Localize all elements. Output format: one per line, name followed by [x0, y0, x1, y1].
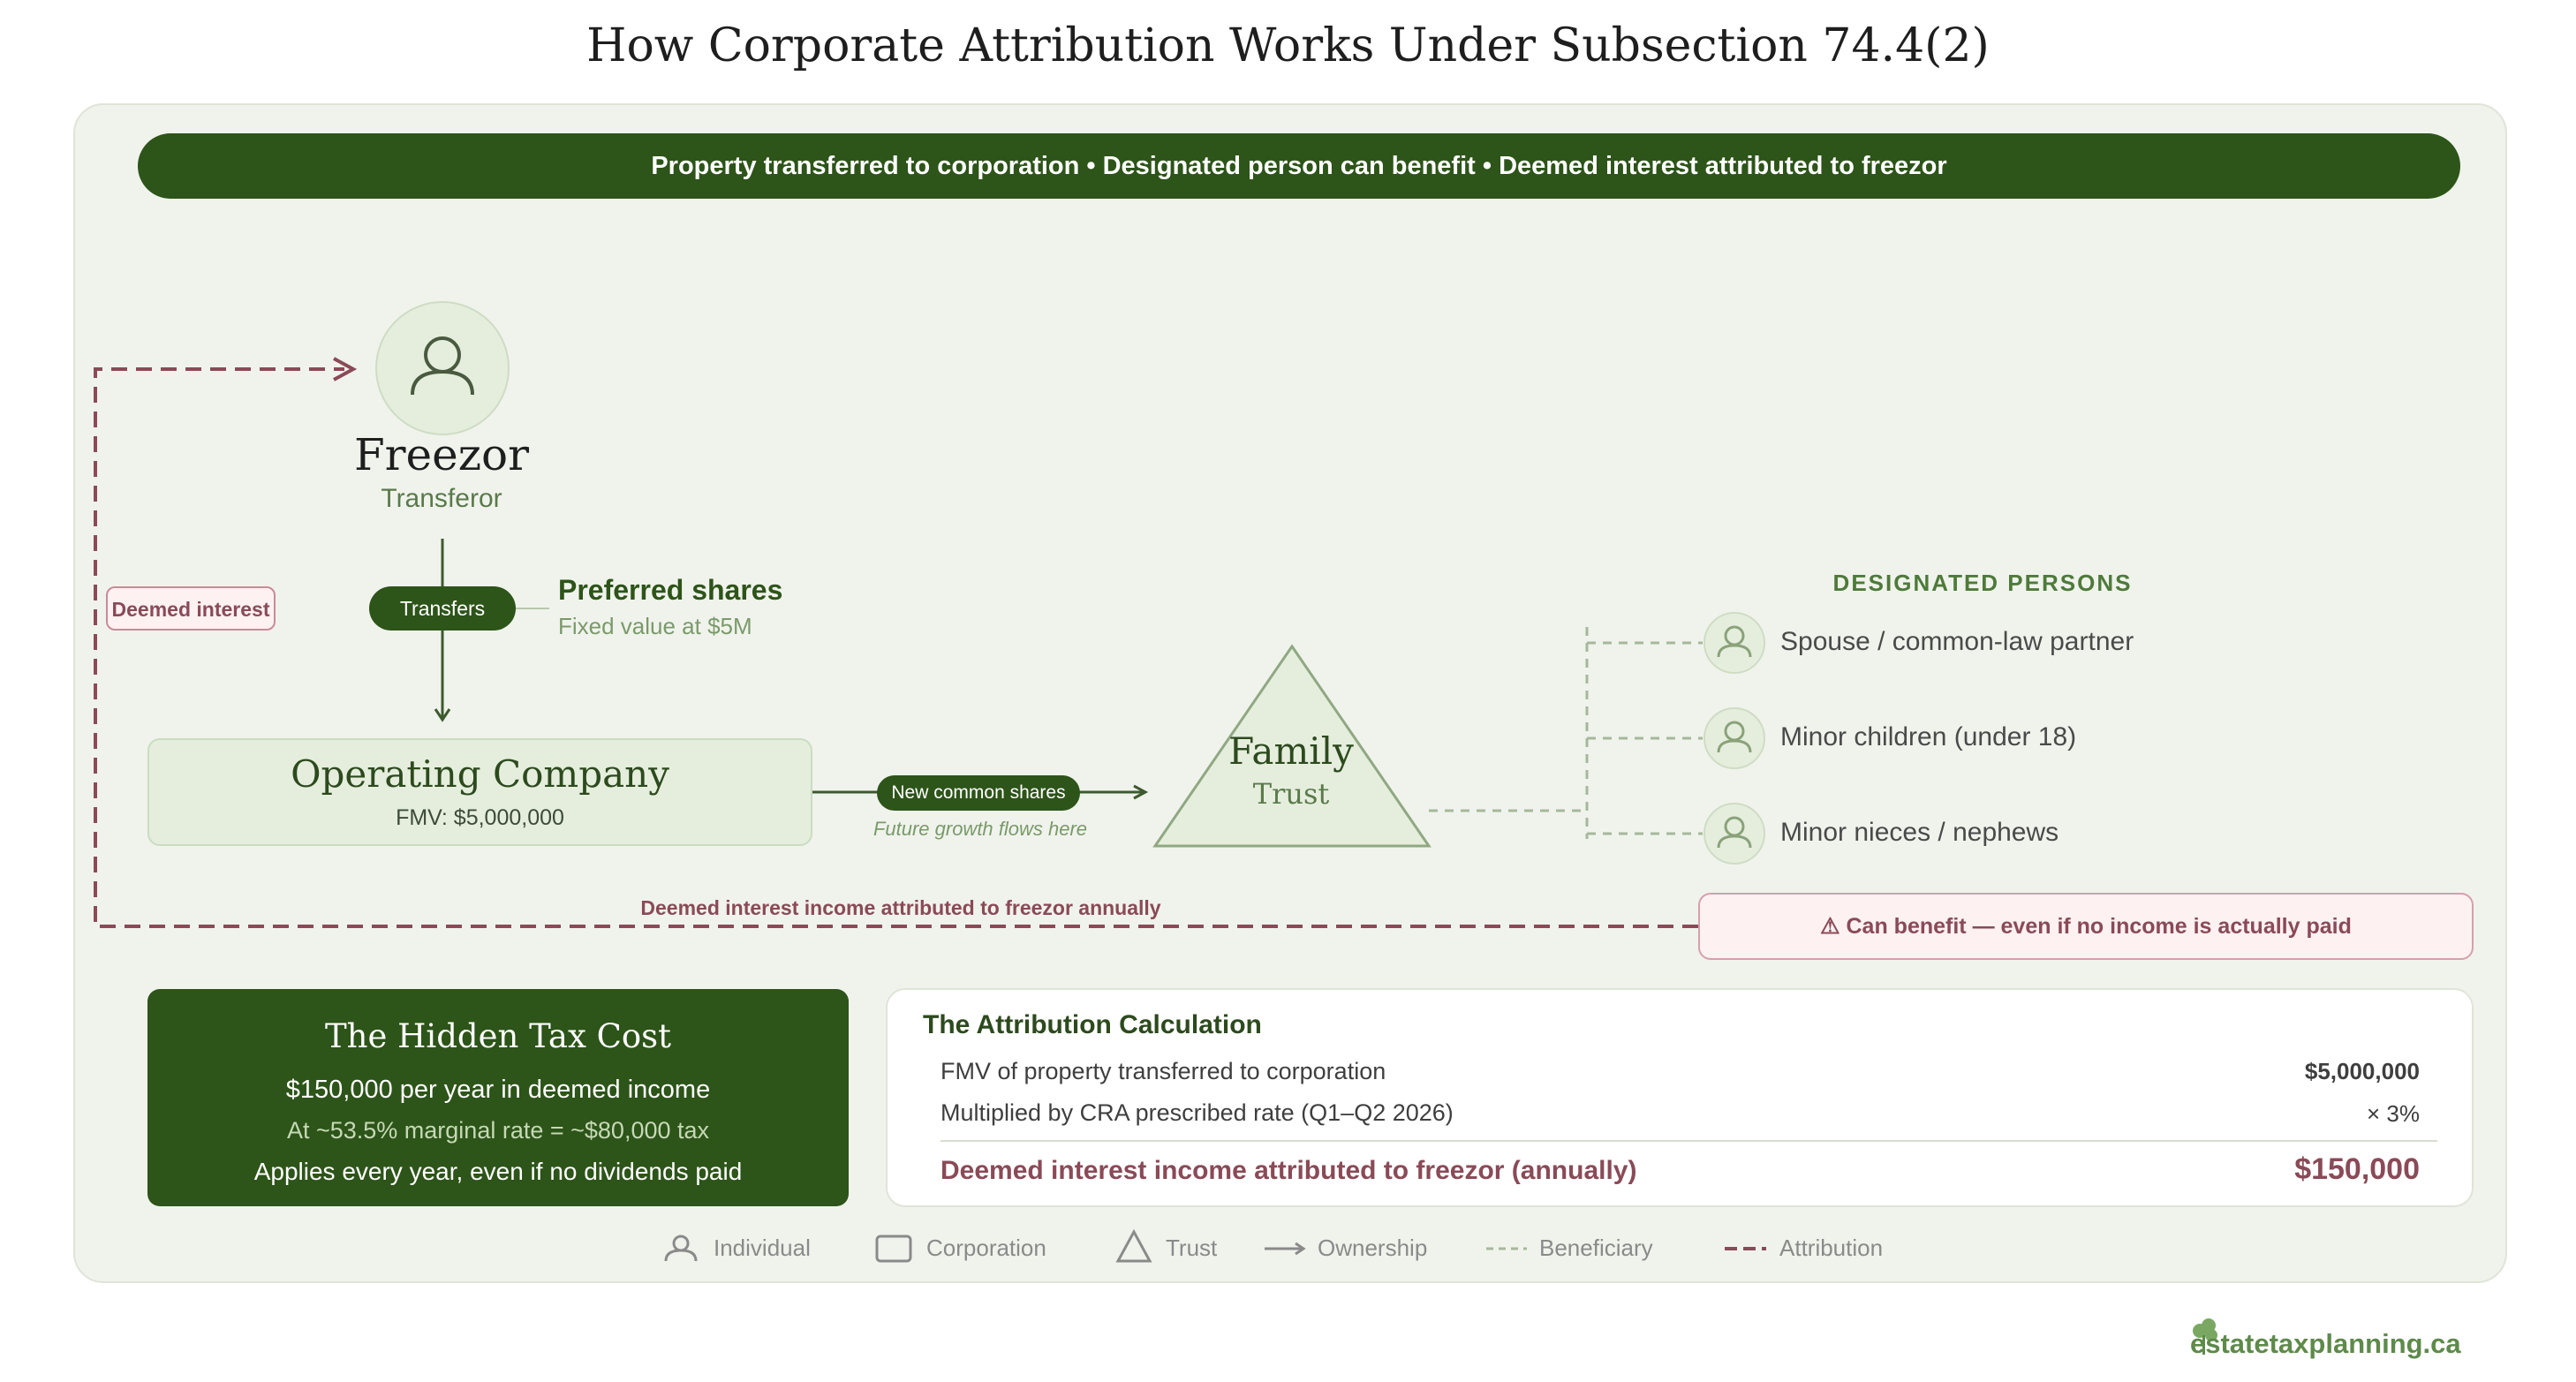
future-growth-note: Future growth flows here [873, 818, 1088, 840]
preferred-shares-title: Preferred shares [558, 574, 783, 606]
designated-avatar-1 [1703, 707, 1765, 769]
legend-ownership-icon [1265, 1242, 1306, 1256]
legend-attribution-label: Attribution [1779, 1235, 1884, 1261]
brand-link[interactable]: estatetaxplanning.ca [2190, 1328, 2461, 1360]
calculation-title: The Attribution Calculation [923, 1010, 1262, 1039]
operating-company-name: Operating Company [291, 752, 669, 796]
calculation-total-label: Deemed interest income attributed to fre… [941, 1156, 1637, 1185]
freezor-role: Transferor [381, 484, 502, 513]
transfers-pill: Transfers [369, 586, 516, 631]
designated-person-label: Spouse / common-law partner [1780, 627, 2134, 656]
hidden-tax-line-3: Applies every year, even if no dividends… [253, 1158, 743, 1185]
calculation-total-value: $150,000 [2294, 1152, 2420, 1186]
calculation-row-value: $5,000,000 [2304, 1058, 2420, 1084]
calculation-row-label: Multiplied by CRA prescribed rate (Q1–Q2… [941, 1099, 1454, 1126]
legend-individual-icon [664, 1235, 698, 1262]
designated-person-label: Minor nieces / nephews [1780, 818, 2059, 847]
designated-persons-heading: DESIGNATED PERSONS [1832, 570, 2133, 596]
attribution-line-label: Deemed interest income attributed to fre… [640, 896, 1161, 919]
legend-individual-label: Individual [714, 1235, 811, 1261]
preferred-shares-note: Fixed value at $5M [558, 613, 752, 639]
legend-ownership-label: Ownership [1318, 1235, 1428, 1261]
freezor-name: Freezor [353, 429, 530, 480]
legend-corporation-icon [875, 1235, 912, 1263]
beneficiary-lines [1429, 627, 1703, 839]
hidden-tax-line-1: $150,000 per year in deemed income [285, 1076, 711, 1104]
freezor-avatar [375, 301, 510, 435]
trust-sub: Trust [1252, 777, 1330, 811]
designated-avatar-2 [1703, 803, 1765, 865]
deemed-interest-badge: Deemed interest [106, 586, 276, 631]
calculation-row-label: FMV of property transferred to corporati… [941, 1058, 1386, 1084]
new-common-shares-pill: New common shares [877, 775, 1080, 811]
trust-name: Family [1228, 729, 1354, 773]
operating-company-fmv: FMV: $5,000,000 [396, 805, 564, 830]
legend-beneficiary-label: Beneficiary [1539, 1235, 1653, 1261]
legend-trust-label: Trust [1166, 1235, 1218, 1261]
legend-trust-icon [1115, 1228, 1152, 1263]
warning-callout: ⚠ Can benefit — even if no income is act… [1698, 893, 2474, 960]
legend-corporation-label: Corporation [926, 1235, 1046, 1261]
designated-avatar-0 [1703, 612, 1765, 674]
hidden-tax-title: The Hidden Tax Cost [324, 1017, 672, 1055]
calculation-row-value: × 3% [2367, 1100, 2420, 1127]
hidden-tax-line-2: At ~53.5% marginal rate = ~$80,000 tax [286, 1117, 710, 1144]
calculation-divider [941, 1140, 2437, 1142]
designated-person-label: Minor children (under 18) [1780, 722, 2077, 751]
